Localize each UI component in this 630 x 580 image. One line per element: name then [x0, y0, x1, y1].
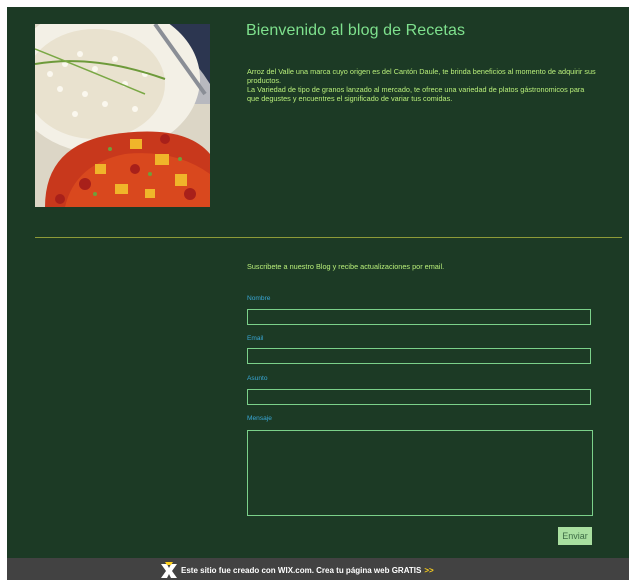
name-label: Nombre	[247, 295, 271, 302]
send-button[interactable]: Enviar	[558, 527, 592, 545]
message-textarea[interactable]	[247, 430, 593, 516]
footer-promo-text[interactable]: Este sitio fue creado con WIX.com. Crea …	[181, 566, 421, 575]
wix-footer-bar[interactable]: Este sitio fue creado con WIX.com. Crea …	[7, 558, 629, 580]
section-divider	[35, 237, 622, 238]
rice-dish-illustration	[35, 24, 210, 207]
message-label: Mensaje	[247, 415, 272, 422]
wix-promo[interactable]: Este sitio fue creado con WIX.com. Crea …	[160, 562, 434, 578]
email-input[interactable]	[247, 348, 591, 364]
rice-dish-image	[35, 24, 210, 207]
intro-paragraph-1: Arroz del Valle una marca cuyo origen es…	[247, 67, 596, 85]
blog-title: Bienvenido al blog de Recetas	[246, 22, 466, 39]
intro-text: Arroz del Valle una marca cuyo origen es…	[247, 67, 597, 103]
name-input[interactable]	[247, 309, 591, 325]
subject-input[interactable]	[247, 389, 591, 405]
footer-arrow-link[interactable]: >>	[424, 566, 433, 575]
subscribe-text: Suscribete a nuestro Blog y recibe actua…	[247, 262, 445, 271]
intro-paragraph-2: La Variedad de tipo de granos lanzado al…	[247, 85, 585, 103]
subject-label: Asunto	[247, 375, 268, 382]
wix-logo-icon	[161, 562, 177, 578]
email-label: Email	[247, 335, 264, 342]
page-background: Bienvenido al blog de Recetas Arroz del …	[7, 7, 629, 558]
